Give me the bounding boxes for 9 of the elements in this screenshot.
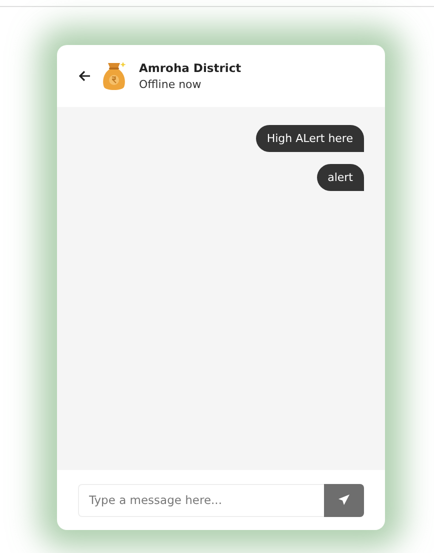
message-input-field[interactable]: Type a message here... [78,484,324,516]
message-bubble: alert [316,164,364,191]
send-button[interactable] [324,484,364,516]
money-bag-icon [101,60,127,92]
message-bubble: High ALert here [256,125,364,152]
back-arrow-icon[interactable] [79,70,91,82]
contact-status: Offline now [139,78,202,91]
contact-name: Amroha District [139,61,242,75]
send-icon [338,494,350,506]
